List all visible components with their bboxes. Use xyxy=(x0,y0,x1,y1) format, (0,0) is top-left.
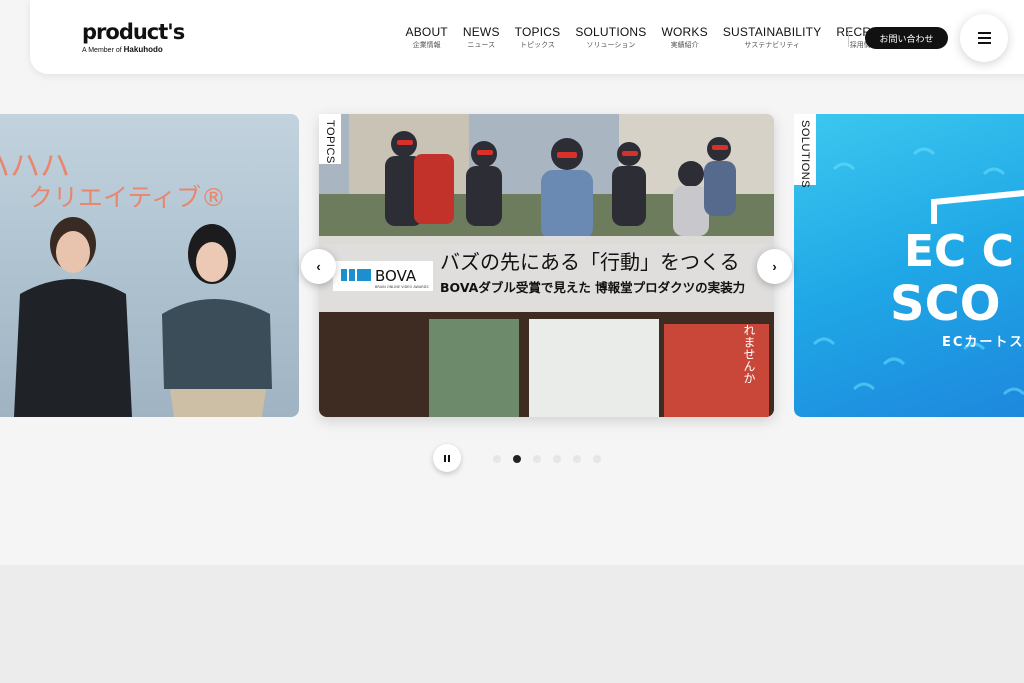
logo-tagline: A Member of Hakuhodo xyxy=(82,45,172,55)
category-tab-topics: TOPICS xyxy=(319,114,341,164)
nav-label-en: ABOUT xyxy=(405,25,448,39)
carousel-slide-prev[interactable]: ハハハ クリエイティブ® xyxy=(0,114,299,417)
nav-divider xyxy=(848,31,849,47)
site-header: product's A Member of Hakuhodo ABOUT 企業情… xyxy=(30,0,1024,74)
nav-label-jp: ニュース xyxy=(467,42,496,49)
pause-icon xyxy=(444,454,446,462)
carousel-dot[interactable] xyxy=(533,455,541,463)
logo-wordmark: product's xyxy=(82,20,185,44)
carousel-dot[interactable] xyxy=(493,455,501,463)
bova-badge: BOVA xyxy=(375,267,417,285)
carousel-prev-button[interactable]: ‹ xyxy=(301,249,336,284)
nav-label-jp: 実績紹介 xyxy=(670,42,699,49)
carousel-pagination xyxy=(493,455,601,463)
carousel-dot[interactable] xyxy=(553,455,561,463)
contact-button[interactable]: お問い合わせ xyxy=(865,27,948,49)
chevron-right-icon: › xyxy=(772,259,777,274)
logo[interactable]: product's A Member of Hakuhodo xyxy=(82,20,185,55)
slide-bg-text: れませんか xyxy=(742,324,756,384)
slide-headline: バズの先にある「行動」をつくる xyxy=(440,250,740,274)
nav-label-jp: 企業情報 xyxy=(412,42,441,49)
nav-label-en: NEWS xyxy=(462,25,500,39)
slide-small-text: ECカートス xyxy=(942,335,1024,350)
slide-photo: れませんか BOVA BRAIN ONLINE VIDEO AWARDS バズの… xyxy=(319,114,774,417)
nav-item-works[interactable]: WORKS 実績紹介 xyxy=(654,25,715,51)
carousel-dot[interactable] xyxy=(593,455,601,463)
carousel-pause-button[interactable] xyxy=(433,444,461,472)
nav-item-about[interactable]: ABOUT 企業情報 xyxy=(398,25,455,51)
nav-item-solutions[interactable]: SOLUTIONS ソリューション xyxy=(568,25,654,51)
carousel-slide-current[interactable]: れませんか BOVA BRAIN ONLINE VIDEO AWARDS バズの… xyxy=(319,114,774,417)
logo-sub-prefix: A Member of xyxy=(82,47,122,54)
slide-graphic: EC C SCO ECカートス xyxy=(812,147,1024,396)
nav-label-en: SOLUTIONS xyxy=(575,25,647,39)
slide-overlay-text: ハハハ xyxy=(0,149,70,184)
nav-label-en: SUSTAINABILITY xyxy=(722,25,822,39)
lower-section xyxy=(0,565,1024,683)
carousel-dot[interactable] xyxy=(513,455,521,463)
slide-big-text: SCO xyxy=(890,276,1001,332)
nav-item-sustainability[interactable]: SUSTAINABILITY サステナビリティ xyxy=(715,25,829,51)
chevron-left-icon: ‹ xyxy=(316,259,321,274)
carousel-next-button[interactable]: › xyxy=(757,249,792,284)
slide-subheadline: BOVAダブル受賞で見えた 博報堂プロダクツの実装力 xyxy=(440,280,745,295)
nav-item-topics[interactable]: TOPICS トピックス xyxy=(507,25,568,51)
slide-illustration: ハハハ クリエイティブ® xyxy=(0,149,272,417)
slide-overlay-text: クリエイティブ® xyxy=(28,183,226,212)
category-tab-solutions: SOLUTIONS xyxy=(794,114,816,188)
slide-big-text: EC C xyxy=(904,226,1014,277)
bova-badge-sub: BRAIN ONLINE VIDEO AWARDS xyxy=(375,285,429,289)
nav-label-en: WORKS xyxy=(661,25,708,39)
hamburger-line xyxy=(978,37,991,39)
nav-label-en: TOPICS xyxy=(514,25,561,39)
main-nav: ABOUT 企業情報 NEWS ニュース TOPICS トピックス SOLUTI… xyxy=(398,25,899,51)
hamburger-line xyxy=(978,32,991,34)
carousel-slide-next[interactable]: EC C SCO ECカートス xyxy=(794,114,1024,417)
nav-item-news[interactable]: NEWS ニュース xyxy=(455,25,507,51)
hamburger-line xyxy=(978,42,991,44)
nav-label-jp: ソリューション xyxy=(586,42,636,49)
nav-label-jp: トピックス xyxy=(520,42,555,49)
hamburger-menu-button[interactable] xyxy=(960,14,1008,62)
logo-sub-brand: Hakuhodo xyxy=(123,45,163,54)
nav-label-jp: サステナビリティ xyxy=(744,42,800,49)
carousel-dot[interactable] xyxy=(573,455,581,463)
pause-icon xyxy=(448,454,450,462)
